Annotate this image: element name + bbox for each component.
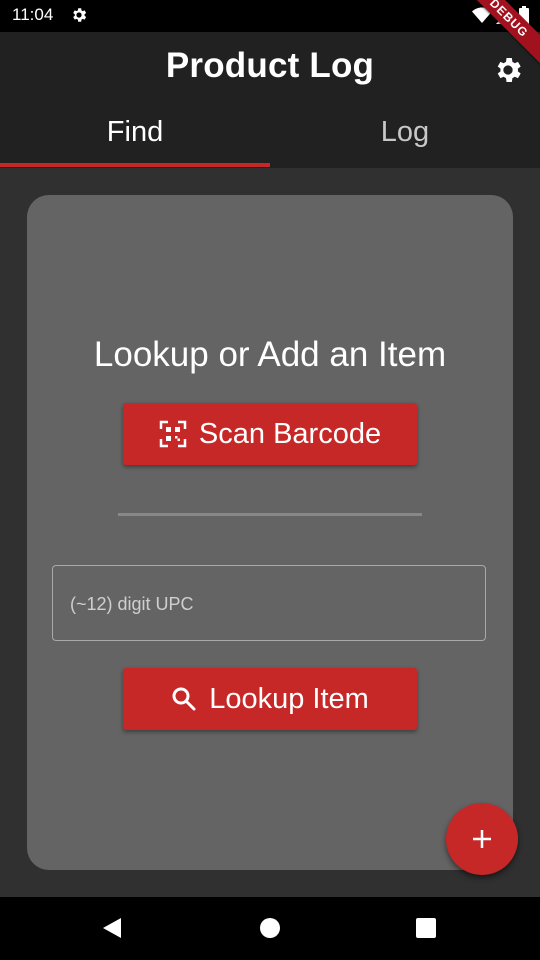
divider (118, 513, 422, 516)
gear-icon (497, 58, 521, 82)
app-bar: Product Log Find Log (0, 32, 540, 168)
tab-find[interactable]: Find (0, 116, 270, 149)
qr-code-scanner-icon (159, 420, 187, 448)
search-icon (171, 686, 197, 712)
plus-icon (473, 830, 491, 848)
home-circle-icon[interactable] (259, 917, 281, 944)
scan-barcode-button[interactable]: Scan Barcode (123, 403, 417, 465)
status-gear-icon (70, 6, 88, 29)
lookup-item-label: Lookup Item (209, 682, 369, 715)
scan-barcode-label: Scan Barcode (198, 417, 382, 450)
find-card: Lookup or Add an Item Scan Barcode Looku… (27, 195, 513, 870)
tab-indicator (0, 163, 270, 167)
upc-input[interactable] (68, 566, 472, 642)
find-heading: Lookup or Add an Item (93, 335, 447, 374)
add-item-fab[interactable] (446, 803, 518, 875)
status-bar: 11:04 (0, 0, 540, 32)
page-title: Product Log (165, 46, 375, 85)
tab-log[interactable]: Log (270, 116, 540, 149)
status-time: 11:04 (12, 5, 54, 24)
settings-button[interactable] (492, 54, 524, 86)
system-nav-bar (0, 897, 540, 960)
back-triangle-icon[interactable] (101, 917, 123, 944)
recents-square-icon[interactable] (415, 917, 437, 944)
upc-field[interactable] (52, 565, 486, 642)
lookup-item-button[interactable]: Lookup Item (123, 668, 417, 730)
